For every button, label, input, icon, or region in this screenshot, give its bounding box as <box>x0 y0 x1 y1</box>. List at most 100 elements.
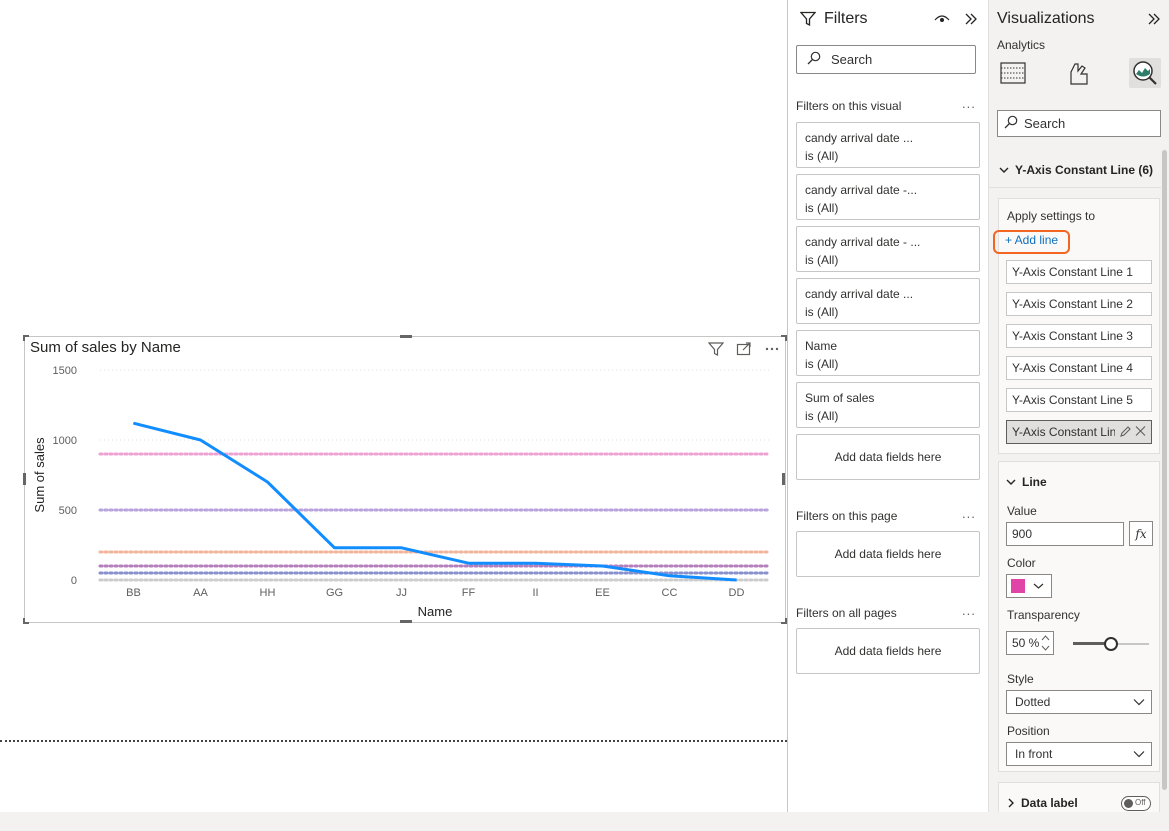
x-tick-label: HH <box>260 587 276 599</box>
report-filter-drop-zone[interactable]: Add data fields here <box>796 628 980 674</box>
value-label: Value <box>1007 504 1037 518</box>
constant-line-section-header[interactable]: Y-Axis Constant Line (6) <box>989 155 1161 185</box>
filters-on-page-label: Filters on this page <box>796 509 898 523</box>
filter-card-state: is (All) <box>805 253 839 267</box>
filters-on-page-more[interactable]: ... <box>962 506 976 521</box>
eye-icon[interactable] <box>934 12 950 31</box>
filter-card[interactable]: Name is (All) <box>796 330 980 376</box>
constant-line-item[interactable]: Y-Axis Constant Line 5 <box>1006 388 1152 412</box>
filters-on-visual-more[interactable]: ... <box>962 96 976 111</box>
data-label-toggle[interactable]: Off <box>1121 796 1151 811</box>
viz-search-input[interactable]: Search <box>997 110 1161 137</box>
data-label-header[interactable]: Data label <box>1007 796 1078 810</box>
transparency-value: 50 % <box>1012 636 1040 650</box>
x-tick-label: BB <box>126 587 141 599</box>
delete-icon[interactable] <box>1135 425 1146 440</box>
value-input[interactable]: 900 <box>1006 522 1124 546</box>
x-tick-label: AA <box>193 587 208 599</box>
filters-search-input[interactable]: Search <box>796 45 976 74</box>
filter-card-name: Name <box>805 339 838 353</box>
chevron-right-icon <box>1007 798 1015 808</box>
report-canvas[interactable]: Sum of sales by Name 0 500 1000 1500 BB AA HH… <box>0 0 787 812</box>
x-axis-label: Name <box>418 604 453 619</box>
build-visual-tab-icon[interactable] <box>997 58 1029 88</box>
viz-search-placeholder: Search <box>1024 116 1066 131</box>
style-label: Style <box>1007 672 1034 686</box>
y-axis-label: Sum of sales <box>32 437 47 513</box>
constant-line-item[interactable]: Y-Axis Constant Line 1 <box>1006 260 1152 284</box>
conditional-format-button[interactable]: fx <box>1129 521 1153 546</box>
filter-card[interactable]: Sum of sales is (All) <box>796 382 980 428</box>
filter-card-name: Sum of sales <box>805 391 875 405</box>
transparency-slider[interactable] <box>1073 637 1149 651</box>
page-filter-drop-zone[interactable]: Add data fields here <box>796 531 980 577</box>
chevron-down-icon <box>999 166 1009 174</box>
line-settings-card: Line Value 900 fx Color Transparency 50 … <box>998 461 1160 772</box>
y-tick-label: 1000 <box>53 435 77 447</box>
section-divider <box>989 187 1161 188</box>
filter-card-name: candy arrival date - ... <box>805 235 921 249</box>
search-icon <box>807 51 821 68</box>
data-point <box>334 547 335 549</box>
x-tick-label: II <box>532 587 538 599</box>
apply-settings-card: Apply settings to + Add line Y-Axis Cons… <box>993 198 1160 454</box>
y-tick-label: 1500 <box>53 365 77 377</box>
analytics-tab-icon[interactable] <box>1129 58 1161 88</box>
data-point <box>200 439 201 441</box>
data-point <box>468 562 469 564</box>
transparency-input[interactable]: 50 % <box>1006 631 1054 655</box>
line-section-header[interactable]: Line <box>1006 475 1047 489</box>
edit-icon[interactable] <box>1119 425 1131 441</box>
color-label: Color <box>1007 556 1036 570</box>
data-point <box>736 579 737 581</box>
collapse-visualizations-icon[interactable] <box>1147 12 1161 31</box>
analytics-subtitle: Analytics <box>997 38 1046 52</box>
filters-on-visual-label: Filters on this visual <box>796 99 902 113</box>
data-point <box>669 575 670 577</box>
filter-card[interactable]: candy arrival date -... is (All) <box>796 174 980 220</box>
highlight-outline <box>993 230 1070 254</box>
filter-pane-icon <box>799 11 817 32</box>
filter-card[interactable]: candy arrival date ... is (All) <box>796 122 980 168</box>
filter-card[interactable]: candy arrival date ... is (All) <box>796 278 980 324</box>
visual-filter-drop-zone[interactable]: Add data fields here <box>796 434 980 480</box>
color-picker[interactable] <box>1006 574 1052 598</box>
filter-card-state: is (All) <box>805 357 839 371</box>
collapse-filters-icon[interactable] <box>964 12 978 31</box>
viz-pane-scrollbar[interactable] <box>1162 150 1167 790</box>
chevron-down-icon <box>1033 582 1044 590</box>
chevron-down-icon <box>1006 478 1016 486</box>
visualizations-pane: Visualizations Analytics Search Y-Axis C… <box>989 0 1169 824</box>
y-tick-label: 0 <box>71 575 77 587</box>
data-point <box>267 481 268 483</box>
filters-on-all-pages-label: Filters on all pages <box>796 606 897 620</box>
chevron-down-icon <box>1133 698 1145 706</box>
apply-settings-label: Apply settings to <box>1007 209 1096 223</box>
style-dropdown[interactable]: Dotted <box>1006 690 1152 714</box>
x-tick-label: CC <box>662 587 678 599</box>
constant-line-item-selected[interactable]: Y-Axis Constant Line 6 <box>1006 420 1152 444</box>
chart-plot: 0 500 1000 1500 BB AA HH GG JJ FF II EE CC DD Sum of… <box>32 365 772 619</box>
x-tick-label: EE <box>595 587 610 599</box>
slider-thumb[interactable] <box>1104 637 1118 651</box>
format-visual-tab-icon[interactable] <box>1063 58 1095 88</box>
filter-card[interactable]: candy arrival date - ... is (All) <box>796 226 980 272</box>
data-point <box>133 422 134 424</box>
position-label: Position <box>1007 724 1050 738</box>
constant-line-item[interactable]: Y-Axis Constant Line 3 <box>1006 324 1152 348</box>
chevron-down-icon <box>1133 750 1145 758</box>
filter-card-state: is (All) <box>805 149 839 163</box>
position-dropdown[interactable]: In front <box>1006 742 1152 766</box>
spinner-icon[interactable] <box>1041 634 1050 655</box>
filter-card-state: is (All) <box>805 305 839 319</box>
x-tick-label: FF <box>462 587 476 599</box>
constant-line-section-title: Y-Axis Constant Line (6) <box>1015 163 1154 177</box>
data-point <box>401 547 402 549</box>
line-chart-visual[interactable]: Sum of sales by Name 0 500 1000 1500 BB AA HH… <box>23 335 787 624</box>
x-tick-label: JJ <box>396 587 407 599</box>
x-tick-label: GG <box>326 587 343 599</box>
filters-on-all-pages-more[interactable]: ... <box>962 603 976 618</box>
style-value: Dotted <box>1015 695 1051 709</box>
constant-line-item[interactable]: Y-Axis Constant Line 4 <box>1006 356 1152 380</box>
constant-line-item[interactable]: Y-Axis Constant Line 2 <box>1006 292 1152 316</box>
